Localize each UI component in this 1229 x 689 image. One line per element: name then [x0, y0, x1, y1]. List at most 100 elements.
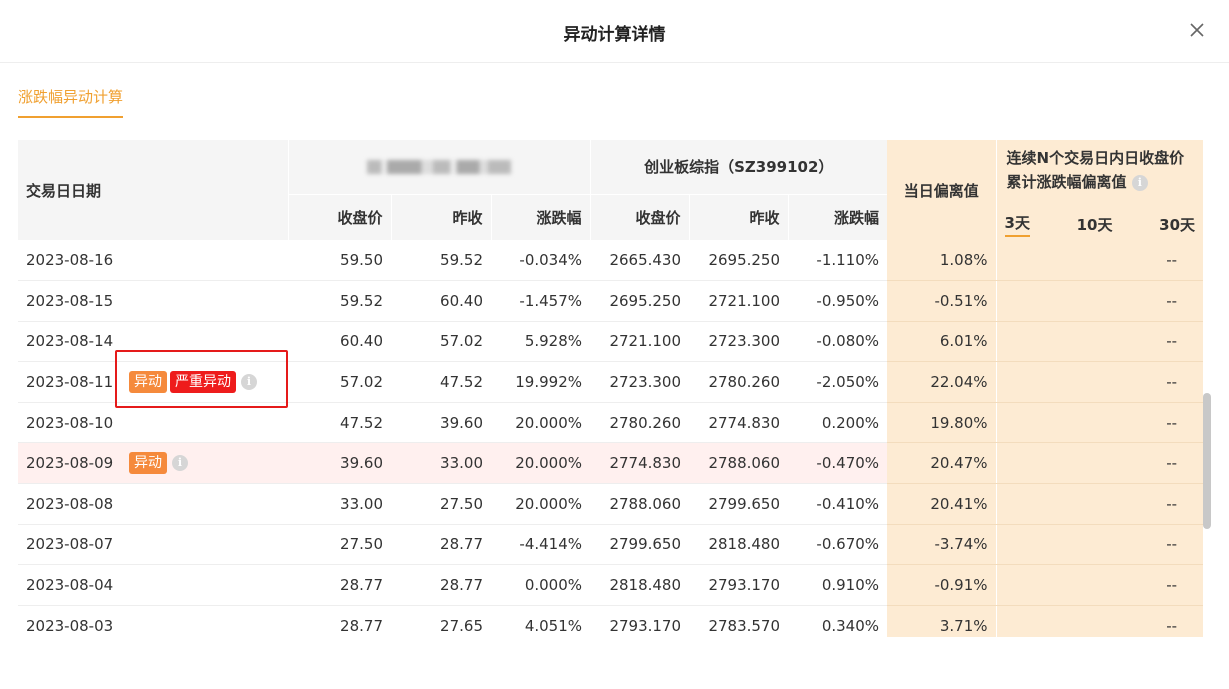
calc-table-container: 交易日日期 创业板综指（SZ399102） 当日偏离值 连续N个交易日内日收盘价…	[18, 140, 1203, 637]
index-close-cell: 2793.170	[590, 605, 690, 637]
date-cell: 2023-08-15	[18, 280, 288, 322]
date-cell: 2023-08-16	[18, 240, 288, 282]
date-text: 2023-08-07	[26, 535, 114, 554]
table-row: 2023-08-04 28.77 28.77 0.000% 2818.480 2793.1…	[18, 564, 1203, 606]
index-change-cell: -0.950%	[788, 280, 888, 322]
index-prev-close-cell: 2695.250	[689, 240, 789, 282]
stock-close-cell: 28.77	[288, 564, 391, 606]
deviation-cell: 3.71%	[887, 605, 997, 637]
cumulative-header-line2: 累计涨跌幅偏离值	[1006, 173, 1127, 191]
index-change-header: 涨跌幅	[787, 194, 888, 240]
table-row: 2023-08-16 59.50 59.52 -0.034% 2665.430 2695.…	[18, 240, 1203, 282]
deviation-cell: 22.04%	[887, 361, 997, 403]
stock-prev-close-cell: 47.52	[391, 361, 491, 403]
date-text: 2023-08-10	[26, 413, 114, 432]
anomaly-badge: 异动	[129, 371, 167, 394]
tab-30-days[interactable]: 30天	[1159, 214, 1195, 237]
index-group-header: 创业板综指（SZ399102）	[589, 140, 888, 195]
deviation-cell: 1.08%	[887, 240, 997, 282]
index-change-cell: -1.110%	[788, 240, 888, 282]
tab-bar: 涨跌幅异动计算	[18, 86, 124, 118]
stock-close-cell: 60.40	[288, 321, 391, 363]
index-close-cell: 2721.100	[590, 321, 690, 363]
scrollbar-thumb[interactable]	[1203, 393, 1211, 529]
deviation-cell: -0.51%	[887, 280, 997, 322]
deviation-cell: 19.80%	[887, 402, 997, 444]
index-change-cell: -0.080%	[788, 321, 888, 363]
cumulative-cell: --	[995, 321, 1203, 363]
table-row: 2023-08-10 47.52 39.60 20.000% 2780.260 2774.…	[18, 402, 1203, 444]
stock-prev-close-cell: 60.40	[391, 280, 491, 322]
info-icon[interactable]: i	[1131, 174, 1148, 191]
modal-header: 异动计算详情	[0, 0, 1229, 63]
cumulative-cell: --	[995, 483, 1203, 525]
cumulative-cell: --	[995, 564, 1203, 606]
stock-change-cell: 19.992%	[491, 361, 591, 403]
date-cell: 2023-08-14	[18, 321, 288, 363]
date-cell: 2023-08-09 异动 i	[18, 442, 288, 485]
index-close-cell: 2799.650	[590, 524, 690, 566]
stock-change-cell: 20.000%	[491, 442, 591, 485]
scrollbar[interactable]	[1203, 140, 1213, 637]
index-prev-close-cell: 2721.100	[689, 280, 789, 322]
detail-modal: 异动计算详情 涨跌幅异动计算 交易日日期 创业板综指（SZ399102） 当日偏…	[0, 0, 1229, 689]
stock-close-cell: 47.52	[288, 402, 391, 444]
date-text: 2023-08-11	[26, 372, 114, 391]
index-change-cell: -0.410%	[788, 483, 888, 525]
table-row: 2023-08-11 异动 严重异动 i 57.02 47.52 19.992% 2723.3…	[18, 361, 1203, 403]
stock-prev-close-cell: 33.00	[391, 442, 491, 485]
index-close-cell: 2774.830	[590, 442, 690, 485]
stock-name-redacted	[367, 160, 511, 175]
index-close-cell: 2780.260	[590, 402, 690, 444]
deviation-cell: -3.74%	[887, 524, 997, 566]
stock-prev-close-cell: 27.65	[391, 605, 491, 637]
stock-prev-close-cell: 39.60	[391, 402, 491, 444]
index-close-cell: 2665.430	[590, 240, 690, 282]
index-prev-close-cell: 2774.830	[689, 402, 789, 444]
tab-3-days[interactable]: 3天	[1004, 212, 1030, 237]
date-cell: 2023-08-03	[18, 605, 288, 637]
date-column-header: 交易日日期	[18, 140, 288, 240]
cumulative-period-tabs: 3天 10天 30天	[995, 194, 1203, 240]
cumulative-header-line2-wrap: 累计涨跌幅偏离值 i	[1007, 170, 1194, 194]
date-cell: 2023-08-08	[18, 483, 288, 525]
index-prev-close-cell: 2723.300	[689, 321, 789, 363]
cumulative-cell: --	[995, 361, 1203, 403]
severe-anomaly-badge: 严重异动	[170, 371, 236, 394]
deviation-cell: 20.47%	[887, 442, 997, 485]
cumulative-cell: --	[995, 605, 1203, 637]
index-close-cell: 2723.300	[590, 361, 690, 403]
date-cell: 2023-08-11 异动 严重异动 i	[18, 361, 288, 403]
cumulative-cell: --	[995, 524, 1203, 566]
tab-10-days[interactable]: 10天	[1077, 214, 1113, 237]
date-text: 2023-08-16	[26, 251, 114, 270]
index-prev-close-cell: 2799.650	[689, 483, 789, 525]
deviation-cell: 20.41%	[887, 483, 997, 525]
stock-prev-close-cell: 27.50	[391, 483, 491, 525]
index-prev-close-cell: 2788.060	[689, 442, 789, 485]
stock-change-cell: 5.928%	[491, 321, 591, 363]
stock-prev-close-cell: 59.52	[391, 240, 491, 282]
date-cell: 2023-08-04	[18, 564, 288, 606]
table-row: 2023-08-14 60.40 57.02 5.928% 2721.100 2723.3…	[18, 321, 1203, 363]
calc-table: 交易日日期 创业板综指（SZ399102） 当日偏离值 连续N个交易日内日收盘价…	[18, 140, 1203, 637]
date-text: 2023-08-14	[26, 332, 114, 351]
info-icon[interactable]: i	[241, 374, 257, 391]
tab-change-calc[interactable]: 涨跌幅异动计算	[18, 86, 124, 118]
index-prev-close-cell: 2780.260	[689, 361, 789, 403]
stock-change-header: 涨跌幅	[490, 194, 591, 240]
table-body: 2023-08-16 59.50 59.52 -0.034% 2665.430 2695.…	[18, 240, 1203, 637]
date-text: 2023-08-08	[26, 494, 114, 513]
stock-close-header: 收盘价	[287, 194, 391, 240]
date-text: 2023-08-03	[26, 616, 114, 635]
stock-prev-close-cell: 57.02	[391, 321, 491, 363]
cumulative-cell: --	[995, 240, 1203, 282]
date-text: 2023-08-04	[26, 576, 114, 595]
cumulative-header: 连续N个交易日内日收盘价 累计涨跌幅偏离值 i	[995, 140, 1203, 194]
close-icon[interactable]	[1187, 20, 1207, 40]
table-row: 2023-08-15 59.52 60.40 -1.457% 2695.250 2721.…	[18, 280, 1203, 322]
index-close-cell: 2818.480	[590, 564, 690, 606]
info-icon[interactable]: i	[172, 455, 188, 472]
stock-close-cell: 27.50	[288, 524, 391, 566]
cumulative-cell: --	[995, 402, 1203, 444]
